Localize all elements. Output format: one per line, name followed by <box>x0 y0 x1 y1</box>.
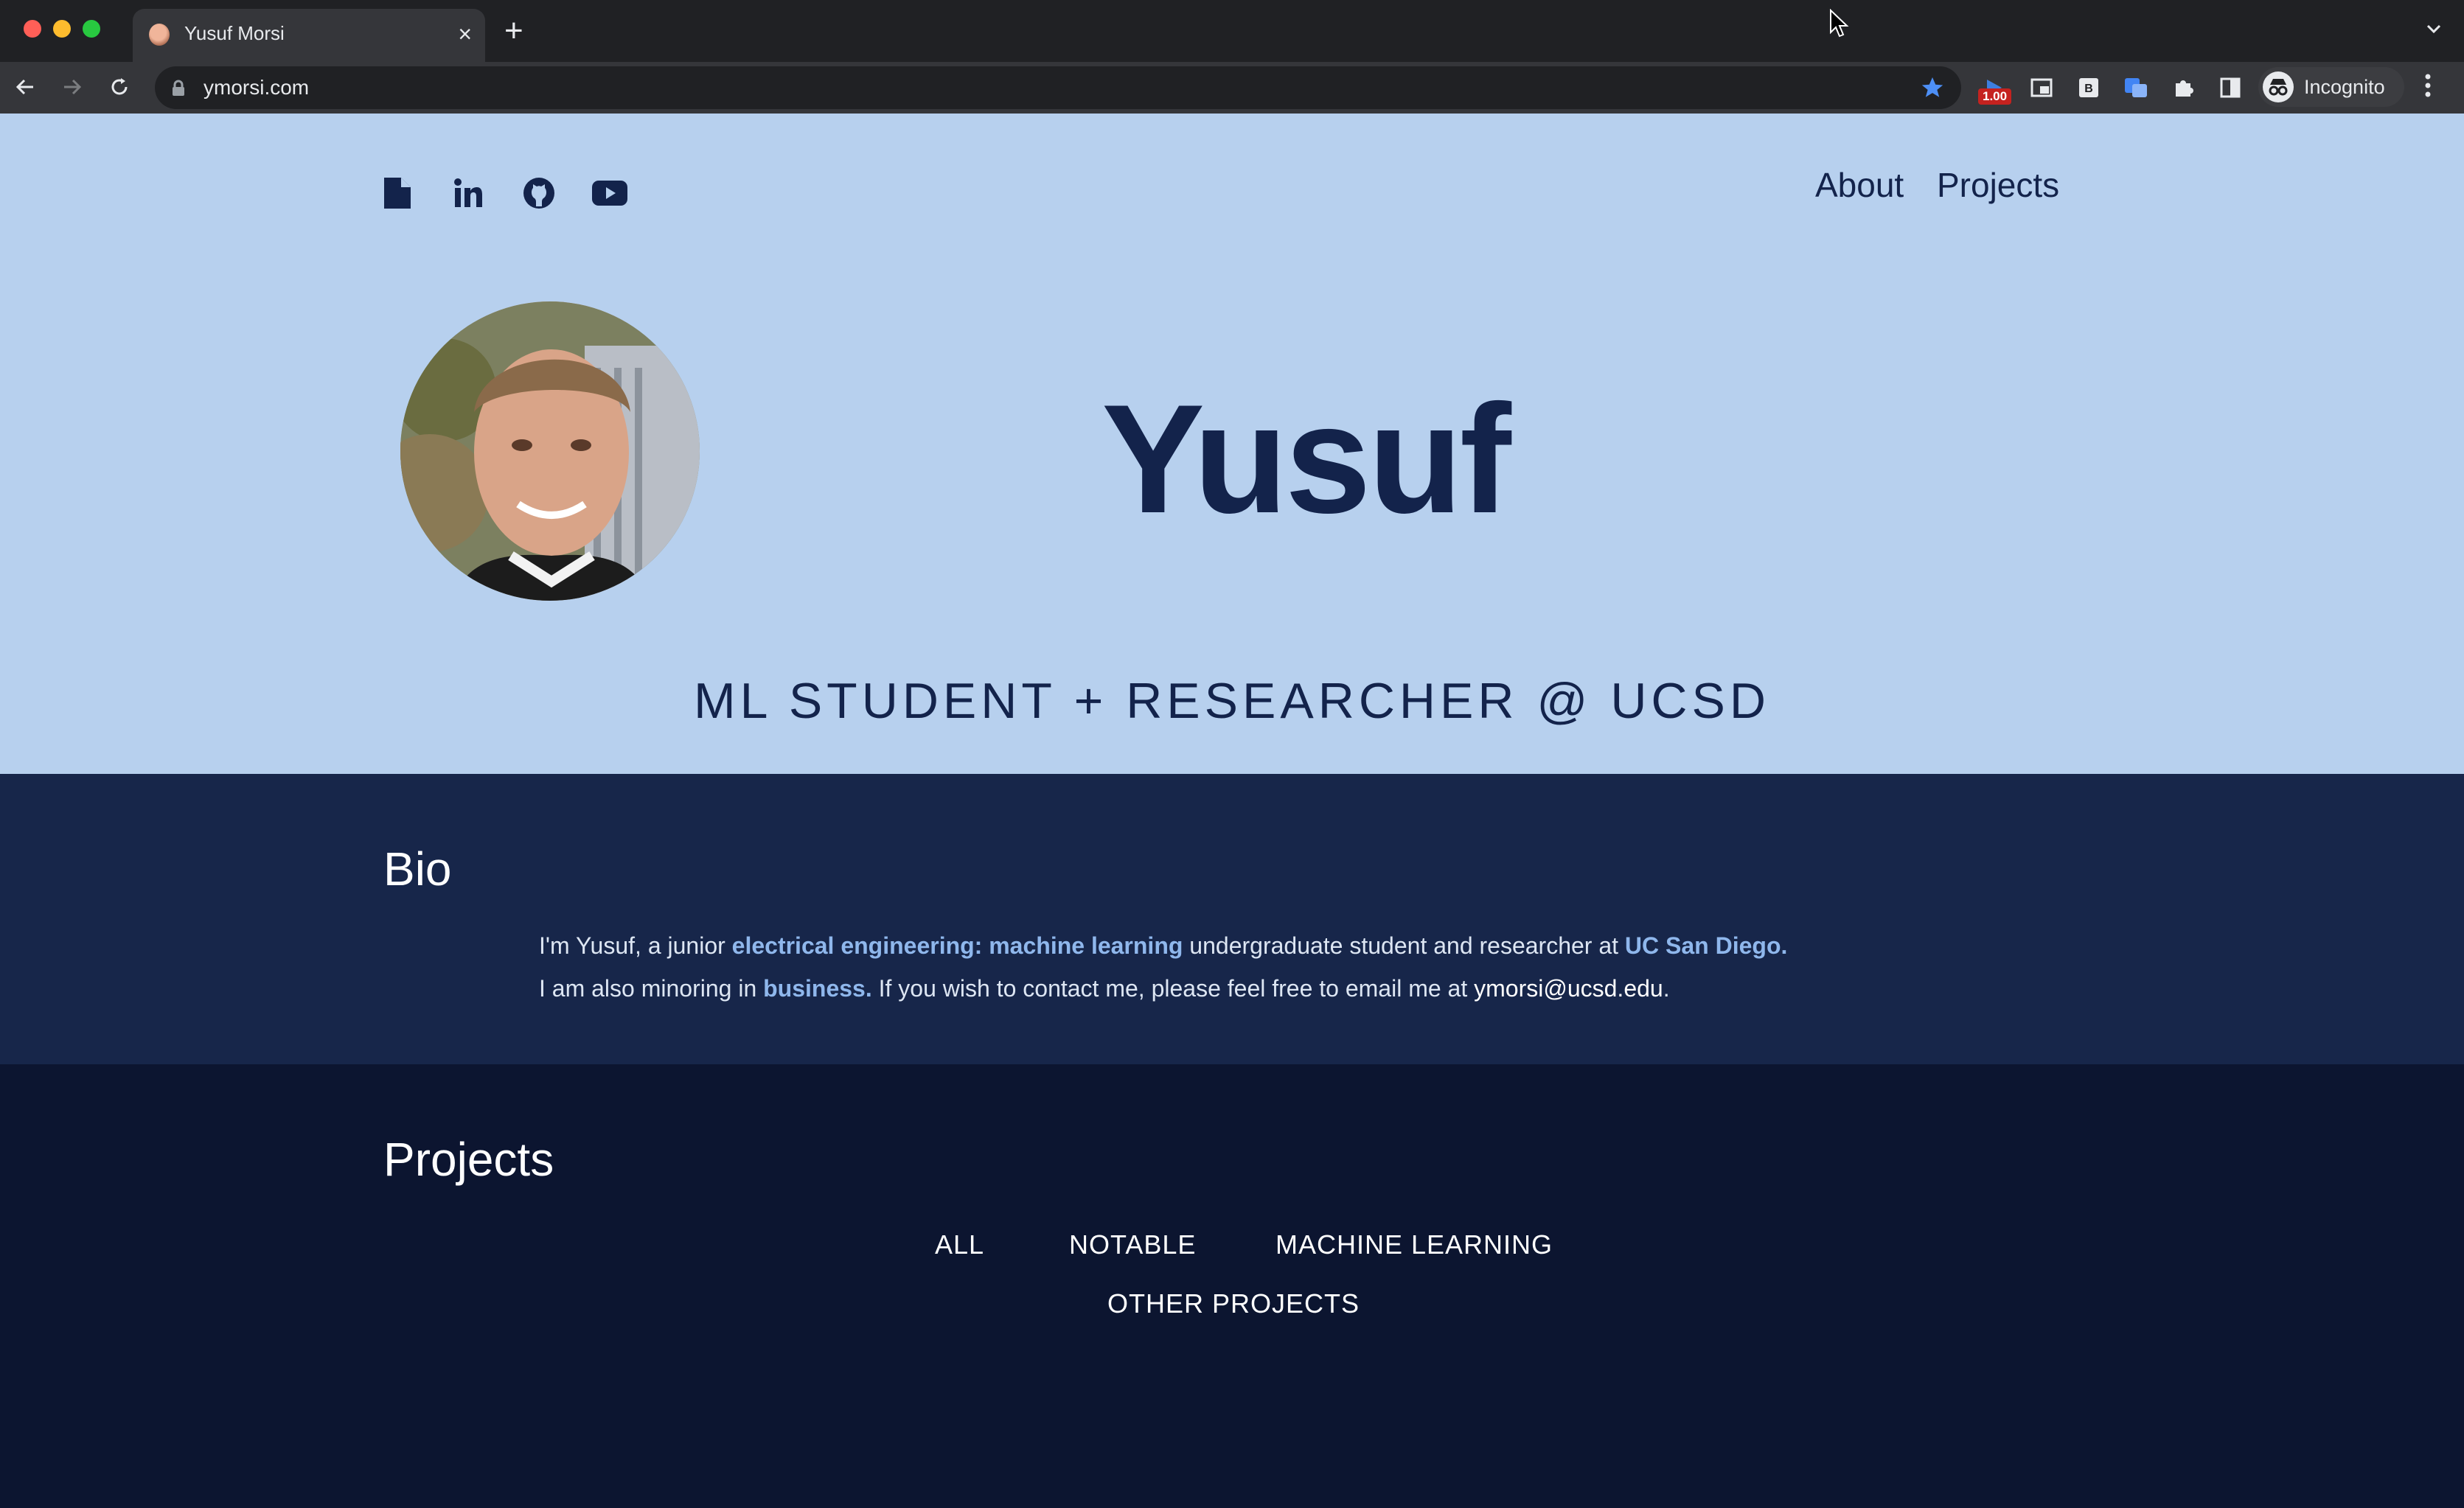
tab-favicon-icon <box>149 24 170 46</box>
email-link[interactable]: ymorsi@ucsd.edu <box>1474 975 1663 1002</box>
minor-link[interactable]: business. <box>763 975 872 1002</box>
bio-text: undergraduate student and researcher at <box>1183 932 1625 959</box>
bio-text: If you wish to contact me, please feel f… <box>871 975 1475 1002</box>
resume-icon[interactable] <box>378 174 417 212</box>
profile-label: Incognito <box>2304 76 2385 98</box>
nav-projects-link[interactable]: Projects <box>1937 165 2059 205</box>
major-link[interactable]: electrical engineering: machine learning <box>732 932 1183 959</box>
tab-close-icon[interactable]: × <box>458 19 472 49</box>
filter-notable[interactable]: NOTABLE <box>1069 1229 1196 1260</box>
filter-other-projects[interactable]: OTHER PROJECTS <box>1107 1288 1360 1319</box>
filter-machine-learning[interactable]: MACHINE LEARNING <box>1275 1229 1553 1260</box>
svg-text:B: B <box>2084 83 2093 95</box>
new-tab-icon[interactable]: + <box>504 15 523 47</box>
bio-text: . <box>1663 975 1670 1002</box>
lock-icon[interactable] <box>171 80 186 97</box>
bio-heading: Bio <box>383 842 452 896</box>
tab-bar: Yusuf Morsi × + <box>0 0 2464 62</box>
bio-line-2: I am also minoring in business. If you w… <box>539 975 1670 1002</box>
hero-tagline: ML STUDENT + RESEARCHER @ UCSD <box>693 673 1770 729</box>
bio-section: Bio I'm Yusuf, a junior electrical engin… <box>0 774 2464 1064</box>
tab-search-chevron-icon[interactable] <box>2424 19 2443 38</box>
forward-icon[interactable] <box>58 72 87 102</box>
picture-in-picture-icon[interactable] <box>2026 72 2057 103</box>
side-panel-icon[interactable] <box>2215 72 2246 103</box>
mouse-pointer-icon <box>1830 9 1849 38</box>
projects-section: Projects ALL NOTABLE MACHINE LEARNING OT… <box>0 1064 2464 1508</box>
tab-title: Yusuf Morsi <box>184 22 285 44</box>
minimize-window-button[interactable] <box>53 20 71 38</box>
extensions-puzzle-icon[interactable] <box>2168 72 2199 103</box>
address-bar[interactable]: ymorsi.com <box>155 66 1961 109</box>
hero-name: Yusuf <box>1102 372 1511 545</box>
incognito-icon <box>2263 71 2294 102</box>
back-icon[interactable] <box>10 72 40 102</box>
bio-text: I am also minoring in <box>539 975 764 1002</box>
close-window-button[interactable] <box>24 20 41 38</box>
bio-text: I'm Yusuf, a junior <box>539 932 732 959</box>
extension-badge: 1.00 <box>1978 88 2012 105</box>
projects-heading: Projects <box>383 1133 554 1186</box>
browser-tab[interactable]: Yusuf Morsi × <box>133 9 485 62</box>
translate-icon[interactable] <box>2120 72 2151 103</box>
linkedin-icon[interactable] <box>449 174 487 212</box>
url-text[interactable]: ymorsi.com <box>203 76 309 100</box>
extension-b-icon[interactable]: B <box>2073 72 2104 103</box>
maximize-window-button[interactable] <box>83 20 100 38</box>
nav-about-link[interactable]: About <box>1815 165 1904 205</box>
youtube-icon[interactable] <box>591 174 629 212</box>
incognito-profile-button[interactable]: Incognito <box>2258 67 2404 107</box>
hero-section: About Projects Yusuf ML STUDENT + RESEAR… <box>0 114 2464 774</box>
github-icon[interactable] <box>520 174 558 212</box>
bio-line-1: I'm Yusuf, a junior electrical engineeri… <box>539 932 1787 960</box>
browser-toolbar: ymorsi.com B <box>0 62 2464 114</box>
browser-chrome: Yusuf Morsi × + ymorsi.com B 1.00 Incogn… <box>0 0 2464 114</box>
school-link[interactable]: UC San Diego. <box>1625 932 1787 959</box>
reload-icon[interactable] <box>105 72 134 102</box>
filter-all[interactable]: ALL <box>935 1229 984 1260</box>
browser-menu-icon[interactable] <box>2423 71 2433 100</box>
bookmark-star-icon[interactable] <box>1920 75 1945 100</box>
